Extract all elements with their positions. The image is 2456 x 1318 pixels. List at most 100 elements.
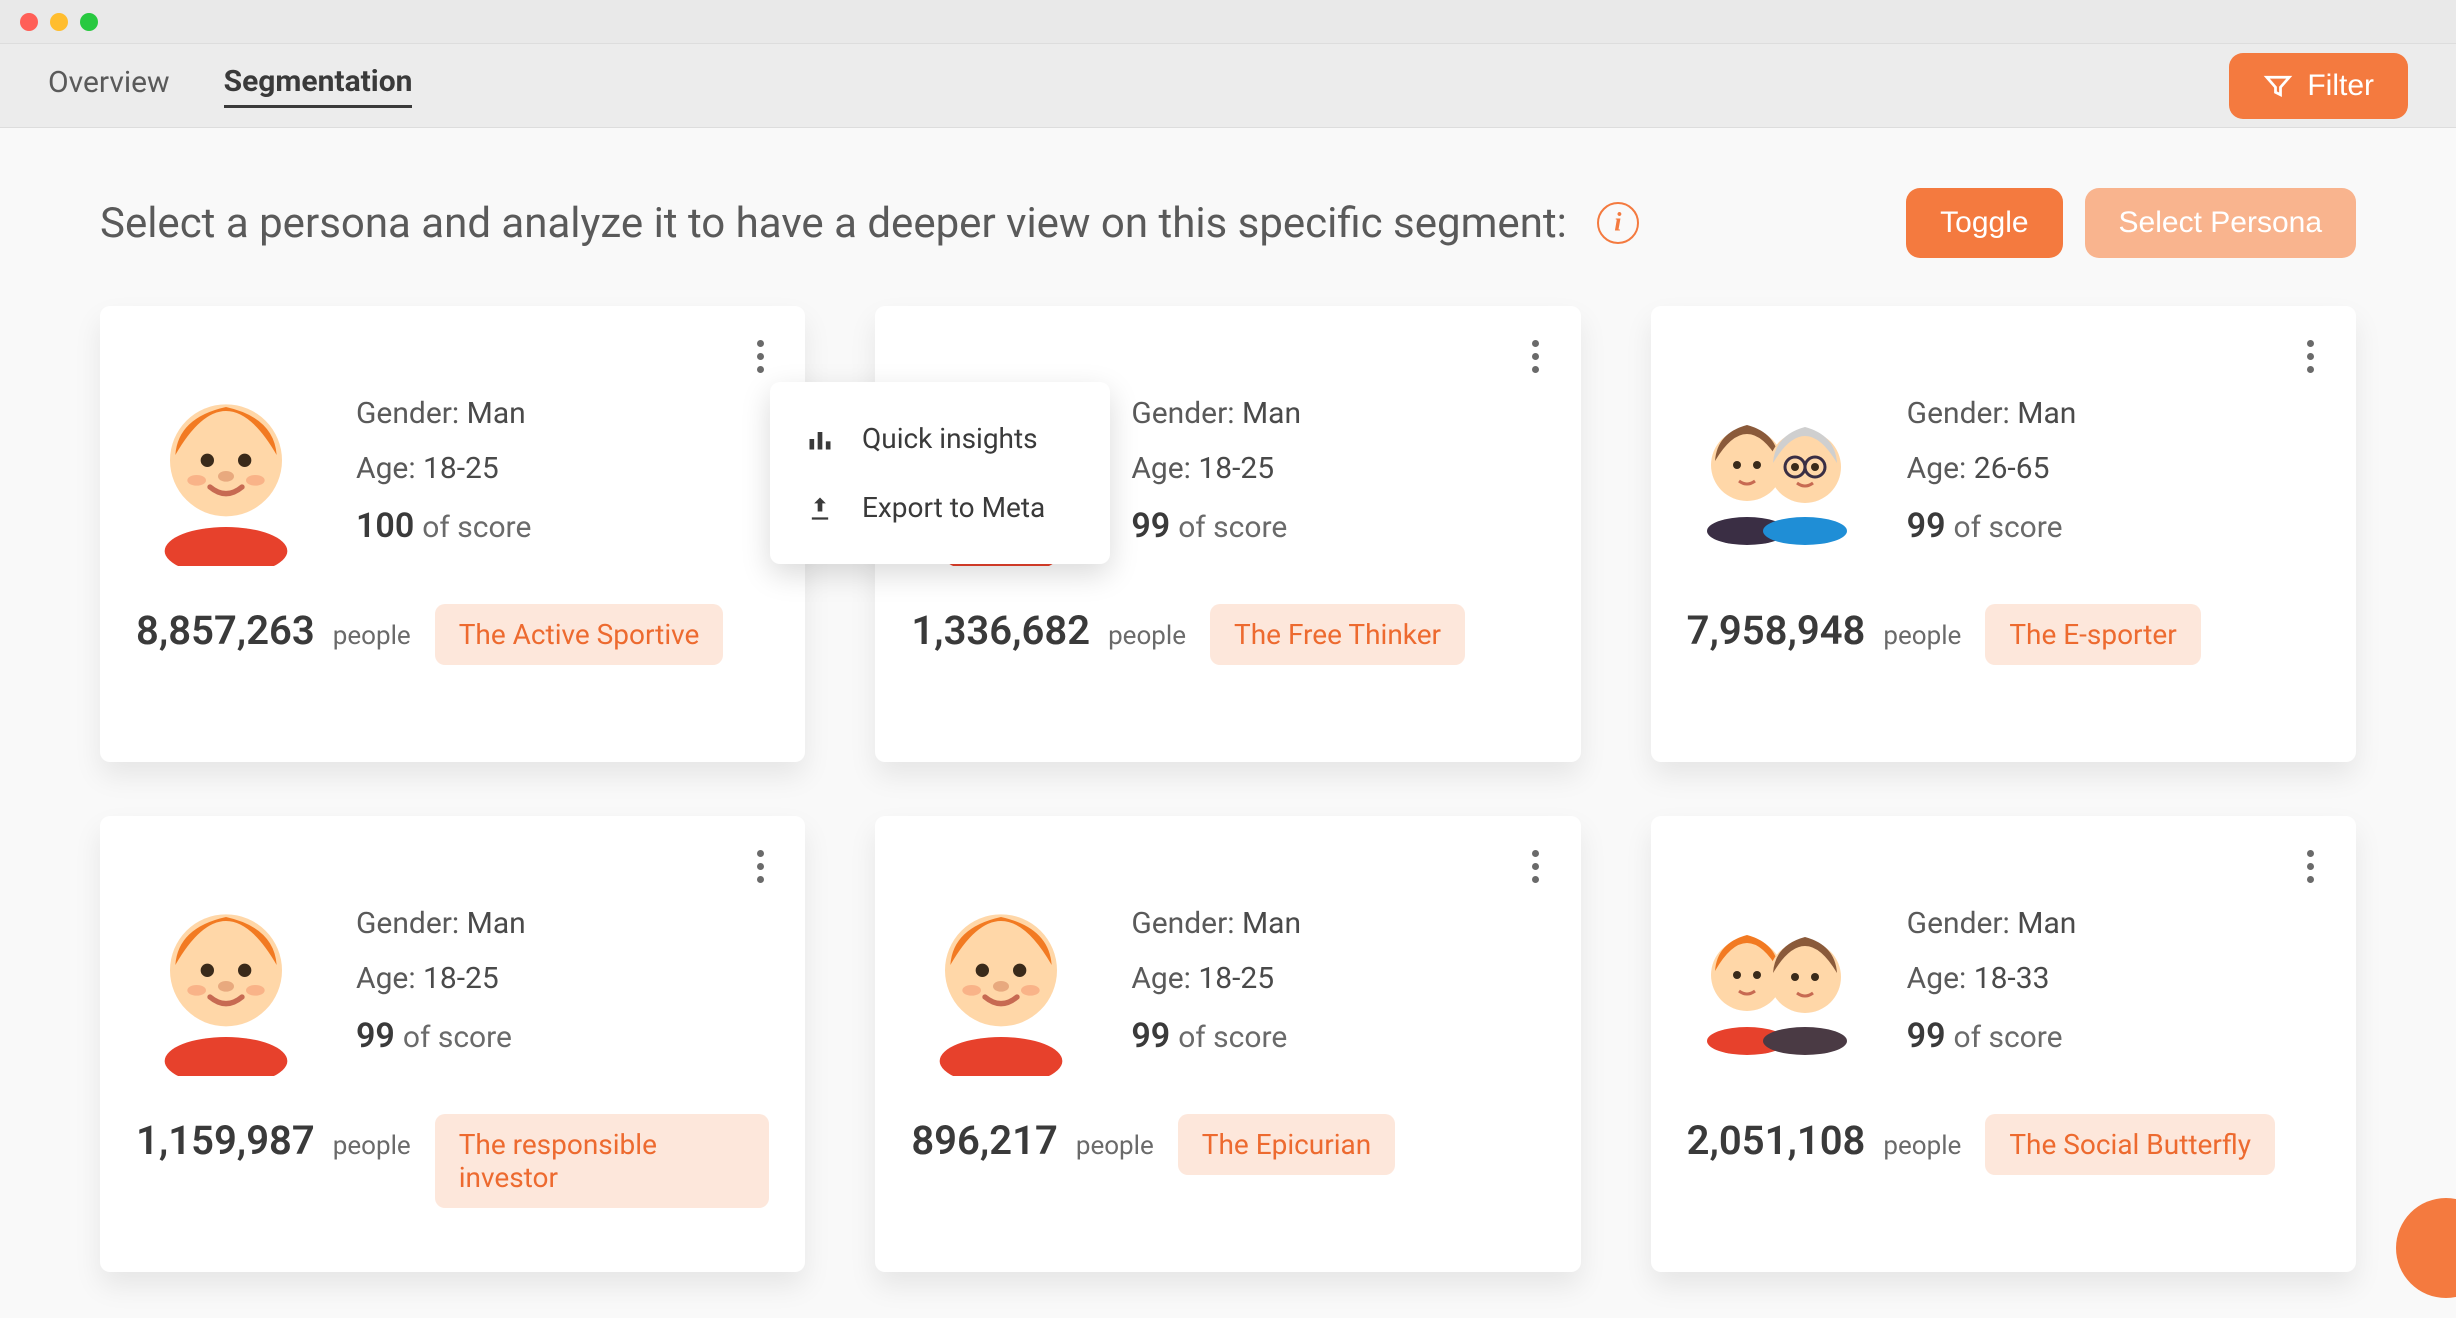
people-label: people (333, 1131, 411, 1161)
card-body: Gender: Man Age: 18-25 99of score (911, 886, 1544, 1076)
score-label: of score (422, 510, 531, 545)
card-menu-popover: Quick insights Export to Meta (770, 382, 1110, 564)
card-footer: 1,336,682 people The Free Thinker (911, 604, 1544, 665)
age-value: 18-25 (1198, 961, 1274, 996)
card-footer: 896,217 people The Epicurian (911, 1114, 1544, 1175)
card-footer: 7,958,948 people The E-sporter (1687, 604, 2320, 665)
toggle-button[interactable]: Toggle (1906, 188, 2062, 258)
card-footer: 2,051,108 people The Social Butterfly (1687, 1114, 2320, 1175)
persona-card[interactable]: Quick insights Export to Meta Gender: Ma… (100, 306, 805, 762)
avatar (1687, 376, 1867, 566)
gender-label: Gender: (1907, 396, 2010, 431)
gender-value: Man (467, 396, 526, 431)
score-value: 99 (356, 1016, 395, 1056)
score-value: 99 (1131, 1016, 1170, 1056)
age-label: Age: (356, 451, 416, 486)
score-value: 99 (1907, 1016, 1946, 1056)
avatar (1687, 886, 1867, 1076)
people-count: 8,857,263 (136, 607, 315, 654)
people-count: 7,958,948 (1687, 607, 1866, 654)
age-label: Age: (1131, 961, 1191, 996)
card-meta: Gender: Man Age: 18-33 99of score (1907, 906, 2077, 1056)
people-label: people (1883, 1131, 1961, 1161)
people-label: people (1108, 621, 1186, 651)
gender-label: Gender: (1907, 906, 2010, 941)
page-content: Select a persona and analyze it to have … (0, 128, 2456, 1272)
age-label: Age: (1907, 961, 1967, 996)
score-value: 99 (1131, 506, 1170, 546)
persona-grid: Quick insights Export to Meta Gender: Ma… (100, 306, 2356, 1272)
age-value: 26-65 (1974, 451, 2050, 486)
window-zoom-dot[interactable] (80, 13, 98, 31)
avatar (136, 886, 316, 1076)
card-body: Gender: Man Age: 26-65 99of score (1687, 376, 2320, 566)
score-label: of score (1178, 510, 1287, 545)
people-count: 2,051,108 (1687, 1117, 1866, 1164)
window-titlebar (0, 0, 2456, 44)
tab-segmentation[interactable]: Segmentation (224, 64, 413, 108)
card-meta: Gender: Man Age: 18-25 99of score (1131, 396, 1301, 546)
persona-card[interactable]: Gender: Man Age: 18-25 99of score 1,159,… (100, 816, 805, 1272)
window-close-dot[interactable] (20, 13, 38, 31)
age-label: Age: (1131, 451, 1191, 486)
header-actions: Toggle Select Persona (1906, 188, 2356, 258)
window-minimize-dot[interactable] (50, 13, 68, 31)
people-label: people (1076, 1131, 1154, 1161)
persona-chip[interactable]: The Social Butterfly (1985, 1114, 2275, 1175)
score-label: of score (1954, 1020, 2063, 1055)
score-label: of score (1954, 510, 2063, 545)
persona-chip[interactable]: The Epicurian (1178, 1114, 1395, 1175)
gender-label: Gender: (1131, 906, 1234, 941)
card-meta: Gender: Man Age: 18-25 100of score (356, 396, 531, 546)
persona-card[interactable]: Gender: Man Age: 26-65 99of score 7,958,… (1651, 306, 2356, 762)
filter-icon (2263, 71, 2293, 101)
people-label: people (1883, 621, 1961, 651)
avatar (911, 886, 1091, 1076)
persona-chip[interactable]: The Free Thinker (1210, 604, 1465, 665)
gender-value: Man (2017, 906, 2076, 941)
menu-export-meta[interactable]: Export to Meta (770, 473, 1110, 542)
people-count: 896,217 (911, 1117, 1058, 1164)
card-footer: 1,159,987 people The responsible investo… (136, 1114, 769, 1208)
persona-chip[interactable]: The Active Sportive (435, 604, 724, 665)
page-title: Select a persona and analyze it to have … (100, 199, 1567, 248)
card-menu-button[interactable] (2296, 846, 2326, 886)
filter-label: Filter (2307, 69, 2374, 103)
persona-chip[interactable]: The E-sporter (1985, 604, 2200, 665)
card-body: Gender: Man Age: 18-25 100of score (136, 376, 769, 566)
header-row: Select a persona and analyze it to have … (100, 188, 2356, 258)
people-count: 1,336,682 (911, 607, 1090, 654)
filter-button[interactable]: Filter (2229, 53, 2408, 119)
age-value: 18-25 (423, 451, 499, 486)
avatar (136, 376, 316, 566)
score-label: of score (403, 1020, 512, 1055)
menu-quick-insights[interactable]: Quick insights (770, 404, 1110, 473)
score-label: of score (1178, 1020, 1287, 1055)
tab-bar: Overview Segmentation Filter (0, 44, 2456, 128)
card-menu-button[interactable] (2296, 336, 2326, 376)
card-meta: Gender: Man Age: 26-65 99of score (1907, 396, 2077, 546)
persona-card[interactable]: Gender: Man Age: 18-33 99of score 2,051,… (1651, 816, 2356, 1272)
age-value: 18-25 (423, 961, 499, 996)
card-menu-button[interactable] (745, 336, 775, 376)
gender-label: Gender: (356, 396, 459, 431)
card-footer: 8,857,263 people The Active Sportive (136, 604, 769, 665)
card-menu-button[interactable] (1521, 846, 1551, 886)
gender-value: Man (2017, 396, 2076, 431)
people-label: people (333, 621, 411, 651)
card-meta: Gender: Man Age: 18-25 99of score (356, 906, 526, 1056)
tab-overview[interactable]: Overview (48, 65, 170, 106)
select-persona-button[interactable]: Select Persona (2085, 188, 2356, 258)
age-value: 18-33 (1974, 961, 2050, 996)
upload-icon (806, 494, 834, 522)
card-menu-button[interactable] (1521, 336, 1551, 376)
persona-chip[interactable]: The responsible investor (435, 1114, 770, 1208)
persona-card[interactable]: Gender: Man Age: 18-25 99of score 896,21… (875, 816, 1580, 1272)
card-meta: Gender: Man Age: 18-25 99of score (1131, 906, 1301, 1056)
card-body: Gender: Man Age: 18-25 99of score (136, 886, 769, 1076)
info-icon[interactable] (1597, 202, 1639, 244)
score-value: 100 (356, 506, 414, 546)
gender-label: Gender: (1131, 396, 1234, 431)
menu-item-label: Quick insights (862, 422, 1038, 455)
card-menu-button[interactable] (745, 846, 775, 886)
